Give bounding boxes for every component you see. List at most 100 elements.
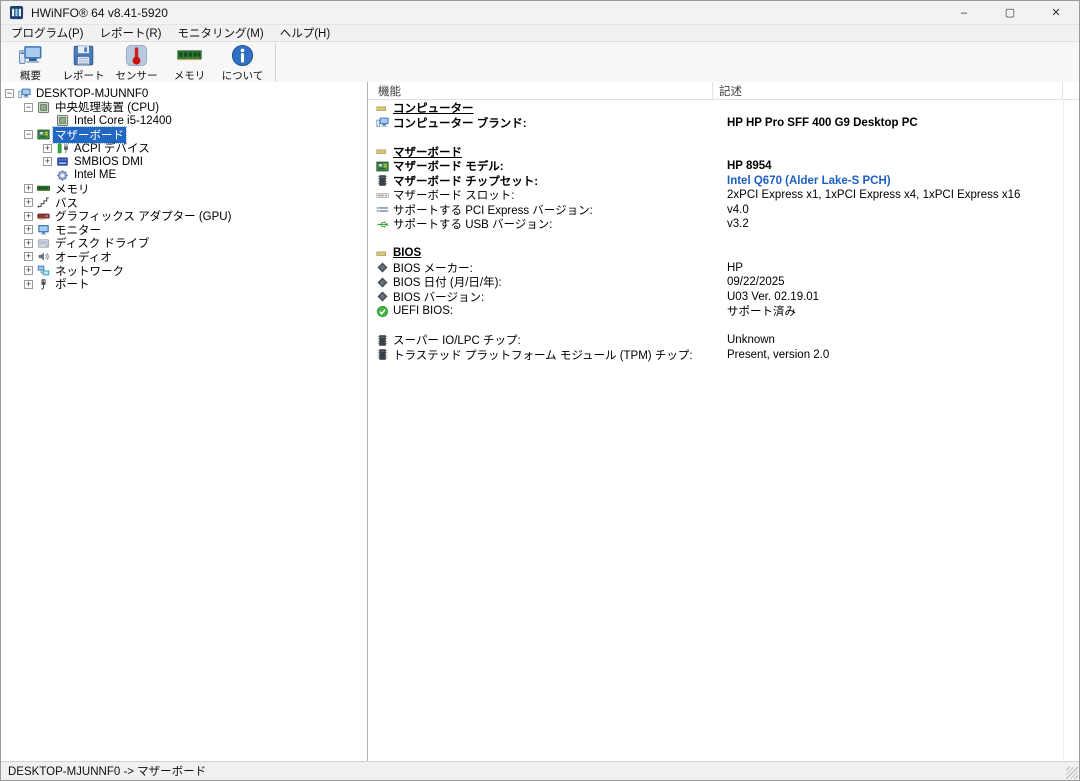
expand-icon[interactable]: + [24,280,33,289]
hwinfo-app-icon [9,5,24,20]
cpu-icon [56,114,69,127]
bios-chip-icon [376,261,389,274]
slot-icon [376,189,389,202]
tree-item-label[interactable]: DESKTOP-MJUNNF0 [34,88,150,100]
detail-row-bios-maker: BIOS メーカー:HP [368,261,1079,276]
tree-item-motherboard[interactable]: −マザーボード [1,128,367,142]
section-bar-icon [376,102,389,115]
tree-item-label[interactable]: ポート [53,276,92,292]
memory-ram-icon [37,182,50,195]
tree-item-label[interactable]: Intel ME [72,169,118,181]
expand-icon[interactable]: + [24,225,33,234]
expand-icon[interactable]: + [24,239,33,248]
about-info-icon [229,43,256,68]
usb-icon [376,218,389,231]
menu-item-report[interactable]: レポート(R) [91,25,169,41]
collapse-icon[interactable]: − [5,89,14,98]
tree-item-label[interactable]: Intel Core i5-12400 [72,115,174,127]
section-bar-icon [376,145,389,158]
computer-icon [18,87,31,100]
collapse-icon[interactable]: − [24,103,33,112]
resize-grip[interactable] [1066,767,1078,779]
toolbar-button-label: 概要 [20,68,41,83]
tree-item-acpi-devices[interactable]: + ACPI デバイス [1,141,367,155]
tree-item-label[interactable]: ACPI デバイス [72,140,152,156]
detail-value: 09/22/2025 [727,275,785,290]
details-header: 機能 記述 [368,82,1079,100]
toolbar-button-label: について [222,68,264,83]
title-bar: HWiNFO® 64 v8.41-5920 – ▢ ✕ [1,1,1079,25]
column-header-feature[interactable]: 機能 [368,82,713,99]
menu-bar: プログラム(P)レポート(R)モニタリング(M)ヘルプ(H) [1,25,1079,41]
detail-value: v3.2 [727,217,749,232]
minimize-button[interactable]: – [941,1,987,24]
section-link-bios[interactable]: BIOS [393,247,421,259]
menu-item-program[interactable]: プログラム(P) [3,25,91,41]
section-bar-icon [376,247,389,260]
detail-label: UEFI BIOS: [393,305,453,317]
sensors-button[interactable]: センサー [110,43,163,82]
detail-value: サポート済み [727,304,796,319]
disk-drive-icon [37,237,50,250]
detail-value: v4.0 [727,203,749,218]
menu-item-help[interactable]: ヘルプ(H) [272,25,338,41]
bus-icon [37,196,50,209]
expand-icon[interactable]: + [24,198,33,207]
detail-value: Present, version 2.0 [727,348,829,363]
expand-icon[interactable]: + [24,184,33,193]
detail-label: サポートする USB バージョン: [393,216,553,232]
hwinfo-window: HWiNFO® 64 v8.41-5920 – ▢ ✕ プログラム(P)レポート… [0,0,1080,781]
expand-icon[interactable]: + [43,144,52,153]
detail-row-pcie-version: サポートする PCI Express バージョン:v4.0 [368,203,1079,218]
maximize-button[interactable]: ▢ [987,1,1033,24]
status-text: DESKTOP-MJUNNF0 -> マザーボード [8,763,206,779]
chip-icon [376,334,389,347]
chip-icon [376,348,389,361]
tree-item-cpu[interactable]: − 中央処理装置 (CPU) [1,101,367,115]
detail-value: HP [727,261,743,276]
column-header-description[interactable]: 記述 [713,82,1063,99]
close-button[interactable]: ✕ [1033,1,1079,24]
column-header-filler [1063,82,1079,99]
port-plug-icon [37,278,50,291]
toolbar-button-label: センサー [116,68,158,83]
memory-button[interactable]: メモリ [163,43,216,82]
expand-icon[interactable]: + [24,252,33,261]
detail-row-motherboard-slots: マザーボード スロット:2xPCI Express x1, 1xPCI Expr… [368,188,1079,203]
window-controls: – ▢ ✕ [941,1,1079,24]
detail-value: HP 8954 [727,159,772,174]
uefi-check-icon [376,305,389,318]
summary-button[interactable]: 概要 [4,43,57,82]
memory-ram-lg-icon [176,43,203,68]
detail-row-computer-brand: コンピューター ブランド:HP HP Pro SFF 400 G9 Deskto… [368,116,1079,131]
about-button[interactable]: について [216,43,269,82]
detail-row-super-io-lpc: スーパー IO/LPC チップ:Unknown [368,333,1079,348]
motherboard-icon [376,160,389,173]
expand-icon[interactable]: + [24,266,33,275]
tree-item-smbios-dmi[interactable]: + SMBIOS DMI [1,155,367,169]
menu-item-monitoring[interactable]: モニタリング(M) [169,25,271,41]
detail-value: HP HP Pro SFF 400 G9 Desktop PC [727,116,918,131]
acpi-battery-icon [56,142,69,155]
toolbar-button-label: レポート [63,68,105,83]
expand-icon[interactable]: + [24,212,33,221]
detail-value: 2xPCI Express x1, 1xPCI Express x4, 1xPC… [727,188,1020,203]
detail-value-link[interactable]: Intel Q670 (Alder Lake-S PCH) [727,174,891,189]
details-list: コンピューターコンピューター ブランド:HP HP Pro SFF 400 G9… [368,99,1079,362]
gpu-card-icon [37,210,50,223]
detail-label: BIOS バージョン: [393,289,484,305]
toolbar-separator [275,43,276,82]
detail-label: トラステッド プラットフォーム モジュール (TPM) チップ: [393,347,693,363]
window-title: HWiNFO® 64 v8.41-5920 [31,6,168,20]
tree-item-label[interactable]: SMBIOS DMI [72,156,145,168]
details-panel: 機能 記述 コンピューターコンピューター ブランド:HP HP Pro SFF … [368,82,1079,761]
tree-item-label[interactable]: 中央処理装置 (CPU) [53,99,161,115]
tree-item-ports[interactable]: + ポート [1,277,367,291]
section-row-bios: BIOS [368,246,1079,261]
close-icon: ✕ [1051,6,1060,19]
detail-row-motherboard-chipset: マザーボード チップセット:Intel Q670 (Alder Lake-S P… [368,174,1079,189]
report-button[interactable]: レポート [57,43,110,82]
expand-icon[interactable]: + [43,157,52,166]
collapse-icon[interactable]: − [24,130,33,139]
sensors-thermometer-icon [123,43,150,68]
